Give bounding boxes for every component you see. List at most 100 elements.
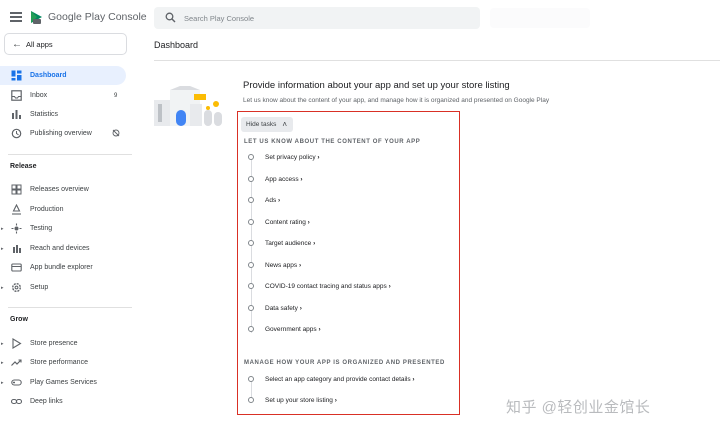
all-apps-button[interactable]: ← All apps	[4, 33, 127, 55]
sidebar-item-label: Inbox	[30, 92, 48, 99]
task-app-category[interactable]: Select an app category and provide conta…	[247, 373, 457, 385]
sidebar-item-store-presence[interactable]: ▸ Store presence	[0, 334, 140, 353]
sidebar-item-inbox[interactable]: Inbox 9	[0, 86, 140, 105]
expand-caret-icon[interactable]: ▸	[1, 226, 4, 232]
sidebar-item-app-bundle-explorer[interactable]: App bundle explorer	[0, 258, 140, 277]
hide-tasks-button[interactable]: Hide tasks ˄	[241, 117, 294, 132]
releases-icon	[10, 184, 22, 196]
link-icon	[10, 396, 22, 408]
sidebar-item-label: Testing	[30, 225, 53, 232]
task-news-apps[interactable]: News apps	[247, 259, 457, 271]
sync-off-icon	[112, 129, 120, 139]
watermark: 知乎 @轻创业金馆长	[506, 399, 651, 416]
bar-chart-icon	[10, 109, 22, 121]
hamburger-menu-icon[interactable]	[10, 12, 22, 22]
hide-tasks-label: Hide tasks	[246, 121, 277, 128]
task-status-dot	[248, 240, 254, 246]
sidebar-item-production[interactable]: Production	[0, 200, 140, 219]
sidebar-item-label: Store presence	[30, 340, 78, 347]
sidebar-item-releases-overview[interactable]: Releases overview	[0, 180, 140, 199]
task-label: Ads	[265, 197, 280, 204]
sidebar-item-setup[interactable]: ▸ Setup	[0, 278, 140, 297]
inbox-count-badge: 9	[114, 92, 118, 99]
task-label: Data safety	[265, 305, 302, 312]
play-icon	[10, 338, 22, 350]
sidebar-item-reach-and-devices[interactable]: ▸ Reach and devices	[0, 239, 140, 258]
expand-caret-icon[interactable]: ▸	[1, 285, 4, 291]
task-label: Government apps	[265, 326, 321, 333]
task-covid-apps[interactable]: COVID-19 contact tracing and status apps	[247, 280, 457, 292]
task-store-listing[interactable]: Set up your store listing	[247, 394, 457, 406]
search-input[interactable]	[184, 11, 464, 25]
sidebar-item-label: App bundle explorer	[30, 264, 93, 271]
grow-section-title: Grow	[10, 316, 28, 323]
task-label: COVID-19 contact tracing and status apps	[265, 283, 391, 290]
page-divider	[154, 60, 720, 61]
sidebar-item-deep-links[interactable]: Deep links	[0, 392, 140, 411]
all-apps-label: All apps	[26, 39, 53, 49]
search-bar[interactable]	[154, 7, 480, 29]
task-status-dot	[248, 283, 254, 289]
page-title: Dashboard	[154, 40, 199, 50]
task-government-apps[interactable]: Government apps	[247, 323, 457, 335]
expand-caret-icon[interactable]: ▸	[1, 341, 4, 347]
inbox-icon	[10, 90, 22, 102]
sidebar-item-publishing-overview[interactable]: Publishing overview	[0, 124, 140, 143]
sidebar-divider	[8, 307, 132, 308]
sidebar-item-dashboard[interactable]: Dashboard	[0, 66, 126, 85]
sidebar-item-label: Deep links	[30, 398, 63, 405]
expand-caret-icon[interactable]: ▸	[1, 246, 4, 252]
task-content-rating[interactable]: Content rating	[247, 216, 457, 228]
bundle-icon	[10, 262, 22, 274]
task-ads[interactable]: Ads	[247, 194, 457, 206]
arrow-back-icon: ←	[12, 38, 22, 50]
sidebar: Google Play Console ← All apps Dashboard…	[0, 0, 147, 435]
sidebar-item-label: Store performance	[30, 359, 88, 366]
publishing-icon	[10, 128, 22, 140]
task-label: App access	[265, 176, 303, 183]
brand-name: Google Play Console	[48, 11, 147, 23]
task-status-dot	[248, 326, 254, 332]
organize-group-title: MANAGE HOW YOUR APP IS ORGANIZED AND PRE…	[244, 360, 445, 366]
dashboard-icon	[10, 70, 22, 82]
sidebar-item-label: Production	[30, 206, 64, 213]
task-label: Select an app category and provide conta…	[265, 376, 415, 383]
gamepad-icon	[10, 377, 22, 389]
store-illustration	[154, 86, 222, 126]
task-data-safety[interactable]: Data safety	[247, 302, 457, 314]
task-status-dot	[248, 376, 254, 382]
trend-icon	[10, 357, 22, 369]
task-label: Set privacy policy	[265, 154, 320, 161]
sidebar-item-label: Releases overview	[30, 186, 89, 193]
task-status-dot	[248, 197, 254, 203]
task-app-access[interactable]: App access	[247, 173, 457, 185]
content-group-title: LET US KNOW ABOUT THE CONTENT OF YOUR AP…	[244, 139, 421, 145]
task-set-privacy-policy[interactable]: Set privacy policy	[247, 151, 457, 163]
expand-caret-icon[interactable]: ▸	[1, 380, 4, 386]
expand-caret-icon[interactable]: ▸	[1, 360, 4, 366]
task-status-dot	[248, 154, 254, 160]
task-status-dot	[248, 305, 254, 311]
card-title: Provide information about your app and s…	[243, 80, 510, 91]
sidebar-item-statistics[interactable]: Statistics	[0, 105, 140, 124]
production-icon	[10, 204, 22, 216]
sidebar-item-store-performance[interactable]: ▸ Store performance	[0, 353, 140, 372]
sidebar-item-label: Publishing overview	[30, 130, 92, 137]
sidebar-item-label: Dashboard	[30, 72, 67, 79]
card-subtitle: Let us know about the content of your ap…	[243, 97, 550, 104]
task-status-dot	[248, 176, 254, 182]
task-list-highlight: Hide tasks ˄ LET US KNOW ABOUT THE CONTE…	[237, 111, 460, 415]
task-label: Content rating	[265, 219, 310, 226]
sidebar-divider	[8, 154, 132, 155]
task-target-audience[interactable]: Target audience	[247, 237, 457, 249]
sidebar-item-label: Setup	[30, 284, 49, 291]
sidebar-item-testing[interactable]: ▸ Testing	[0, 219, 140, 238]
chevron-up-icon: ˄	[282, 120, 288, 129]
testing-icon	[10, 223, 22, 235]
top-bar-actions	[490, 8, 590, 28]
sidebar-item-label: Play Games Services	[30, 379, 97, 386]
play-console-logo-icon	[31, 11, 42, 24]
task-status-dot	[248, 397, 254, 403]
sidebar-item-play-games-services[interactable]: ▸ Play Games Services	[0, 373, 140, 392]
gear-icon	[10, 282, 22, 294]
